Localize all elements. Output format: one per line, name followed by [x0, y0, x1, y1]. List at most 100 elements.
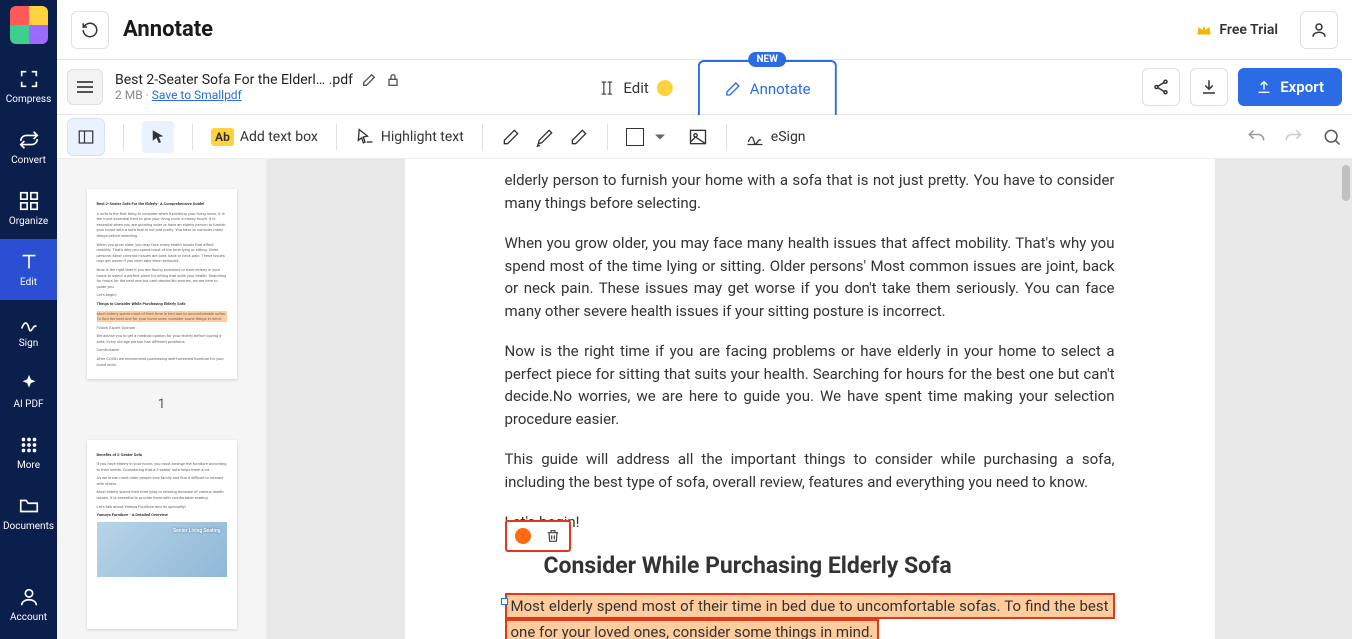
signature-icon	[745, 127, 765, 147]
add-text-tool[interactable]: Ab Add text box	[211, 128, 318, 146]
panel-icon	[77, 128, 95, 146]
thumb-title: Benefits of 2-Seater Sofa	[97, 452, 227, 458]
eraser-icon	[569, 127, 589, 147]
tool-label: Add text box	[240, 129, 318, 145]
page-canvas[interactable]: elderly person to furnish your home with…	[267, 159, 1352, 639]
export-icon	[1256, 79, 1272, 95]
page-thumbnail-2[interactable]: Benefits of 2-Seater Sofa If you have el…	[87, 440, 237, 630]
pencil-tool[interactable]	[501, 127, 521, 147]
section-heading: Thi Consider While Purchasing Elderly So…	[505, 552, 1115, 579]
convert-icon	[18, 129, 40, 151]
search-icon[interactable]	[1322, 127, 1342, 147]
edit-filename-icon[interactable]	[361, 72, 377, 88]
topbar: Annotate Free Trial	[57, 0, 1352, 60]
profile-button[interactable]	[1300, 11, 1338, 49]
folder-icon	[18, 495, 40, 517]
app-logo[interactable]	[10, 6, 48, 44]
highlight-tool[interactable]: Highlight text	[355, 127, 464, 147]
sidebar-item-organize[interactable]: Organize	[0, 178, 57, 239]
undo-icon	[81, 21, 99, 39]
sidebar-item-aipdf[interactable]: AI PDF	[0, 361, 57, 422]
sign-icon	[18, 312, 40, 334]
highlighter-pen-tool[interactable]	[535, 127, 555, 147]
sidebar-item-convert[interactable]: Convert	[0, 117, 57, 178]
selection-handle[interactable]	[501, 598, 508, 605]
save-link[interactable]: Save to Smallpdf	[152, 88, 242, 102]
thumb-title: Best 2-Seater Sofa For the Elderly- A Co…	[97, 201, 227, 207]
file-size: 2 MB	[115, 88, 143, 102]
file-bar: Best 2-Seater Sofa For the Elderl… .pdf …	[57, 60, 1352, 115]
image-tool[interactable]	[688, 127, 708, 147]
square-icon	[626, 128, 644, 146]
mode-tabs: Edit NEW Annotate	[572, 60, 836, 115]
esign-tool[interactable]: eSign	[745, 127, 806, 147]
highlight-color-swatch[interactable]	[515, 528, 531, 544]
text-badge-icon: Ab	[211, 128, 234, 146]
shape-tool[interactable]	[626, 127, 670, 147]
tab-annotate[interactable]: NEW Annotate	[698, 60, 837, 115]
premium-badge-icon	[657, 80, 673, 96]
image-icon	[688, 127, 708, 147]
compress-icon	[18, 68, 40, 90]
page-thumbnail-1[interactable]: Best 2-Seater Sofa For the Elderly- A Co…	[87, 189, 237, 379]
sidebar-label: Account	[10, 612, 47, 623]
chevron-down-icon	[650, 127, 670, 147]
undo-icon[interactable]	[1246, 127, 1266, 147]
sidebar-item-edit[interactable]: Edit	[0, 239, 57, 300]
tab-label: Annotate	[750, 80, 811, 98]
panel-toggle-button[interactable]	[67, 69, 103, 105]
highlighter-icon	[535, 127, 555, 147]
tab-label: Edit	[623, 79, 648, 97]
delete-icon[interactable]	[545, 528, 561, 544]
crown-icon	[1195, 21, 1213, 39]
grid-icon	[18, 434, 40, 456]
select-tool[interactable]	[142, 121, 174, 153]
body-text: Let's begin!	[505, 511, 1115, 534]
page-title: Annotate	[123, 17, 213, 42]
body-text: When you grow older, you may face many h…	[505, 232, 1115, 322]
pencil-icon	[501, 127, 521, 147]
share-button[interactable]	[1142, 68, 1180, 106]
new-badge: NEW	[748, 52, 785, 67]
free-trial-label: Free Trial	[1219, 22, 1278, 38]
file-meta: 2 MB · Save to Smallpdf	[115, 88, 401, 102]
highlight-popup	[505, 520, 571, 552]
sidebar-label: Documents	[3, 521, 54, 532]
tab-edit[interactable]: Edit	[572, 60, 697, 115]
undo-history-button[interactable]	[71, 11, 109, 49]
export-label: Export	[1280, 78, 1324, 96]
annotate-toolbar: Ab Add text box Highlight text eSign	[57, 115, 1352, 159]
eraser-tool[interactable]	[569, 127, 589, 147]
user-icon	[18, 586, 40, 608]
sidebar-item-sign[interactable]: Sign	[0, 300, 57, 361]
share-icon	[1152, 78, 1170, 96]
redo-icon[interactable]	[1284, 127, 1304, 147]
body-text: Now is the right time if you are facing …	[505, 340, 1115, 430]
sidebar-item-documents[interactable]: Documents	[0, 483, 57, 544]
scrollbar[interactable]	[1342, 165, 1350, 201]
sidebar-label: Sign	[19, 338, 39, 349]
sidebar-item-account[interactable]: Account	[0, 574, 57, 639]
highlight-selection[interactable]: Thi Consider While Purchasing Elderly So…	[505, 552, 1115, 639]
pdf-page: elderly person to furnish your home with…	[405, 159, 1215, 639]
export-button[interactable]: Export	[1238, 68, 1342, 106]
body-text: This guide will address all the importan…	[505, 448, 1115, 493]
sidebar-label: Edit	[20, 277, 37, 288]
work-area: Best 2-Seater Sofa For the Elderly- A Co…	[57, 159, 1352, 639]
page-number-1: 1	[158, 397, 165, 412]
highlighted-text[interactable]: Most elderly spend most of their time in…	[505, 593, 1115, 639]
cursor-icon	[149, 128, 167, 146]
thumbnail-panel[interactable]: Best 2-Seater Sofa For the Elderly- A Co…	[57, 159, 267, 639]
download-icon	[1200, 78, 1218, 96]
main-area: Annotate Free Trial Best 2-Seater Sofa F…	[57, 0, 1352, 639]
tools-sidebar: Compress Convert Organize Edit Sign AI P…	[0, 0, 57, 639]
free-trial-button[interactable]: Free Trial	[1183, 13, 1290, 47]
download-button[interactable]	[1190, 68, 1228, 106]
sidebar-item-more[interactable]: More	[0, 422, 57, 483]
sidebar-label: Compress	[6, 94, 52, 105]
layout-toggle[interactable]	[67, 118, 105, 156]
file-name: Best 2-Seater Sofa For the Elderl… .pdf	[115, 72, 401, 88]
file-name-text: Best 2-Seater Sofa For the Elderl… .pdf	[115, 72, 353, 88]
sidebar-item-compress[interactable]: Compress	[0, 56, 57, 117]
lock-icon[interactable]	[385, 72, 401, 88]
